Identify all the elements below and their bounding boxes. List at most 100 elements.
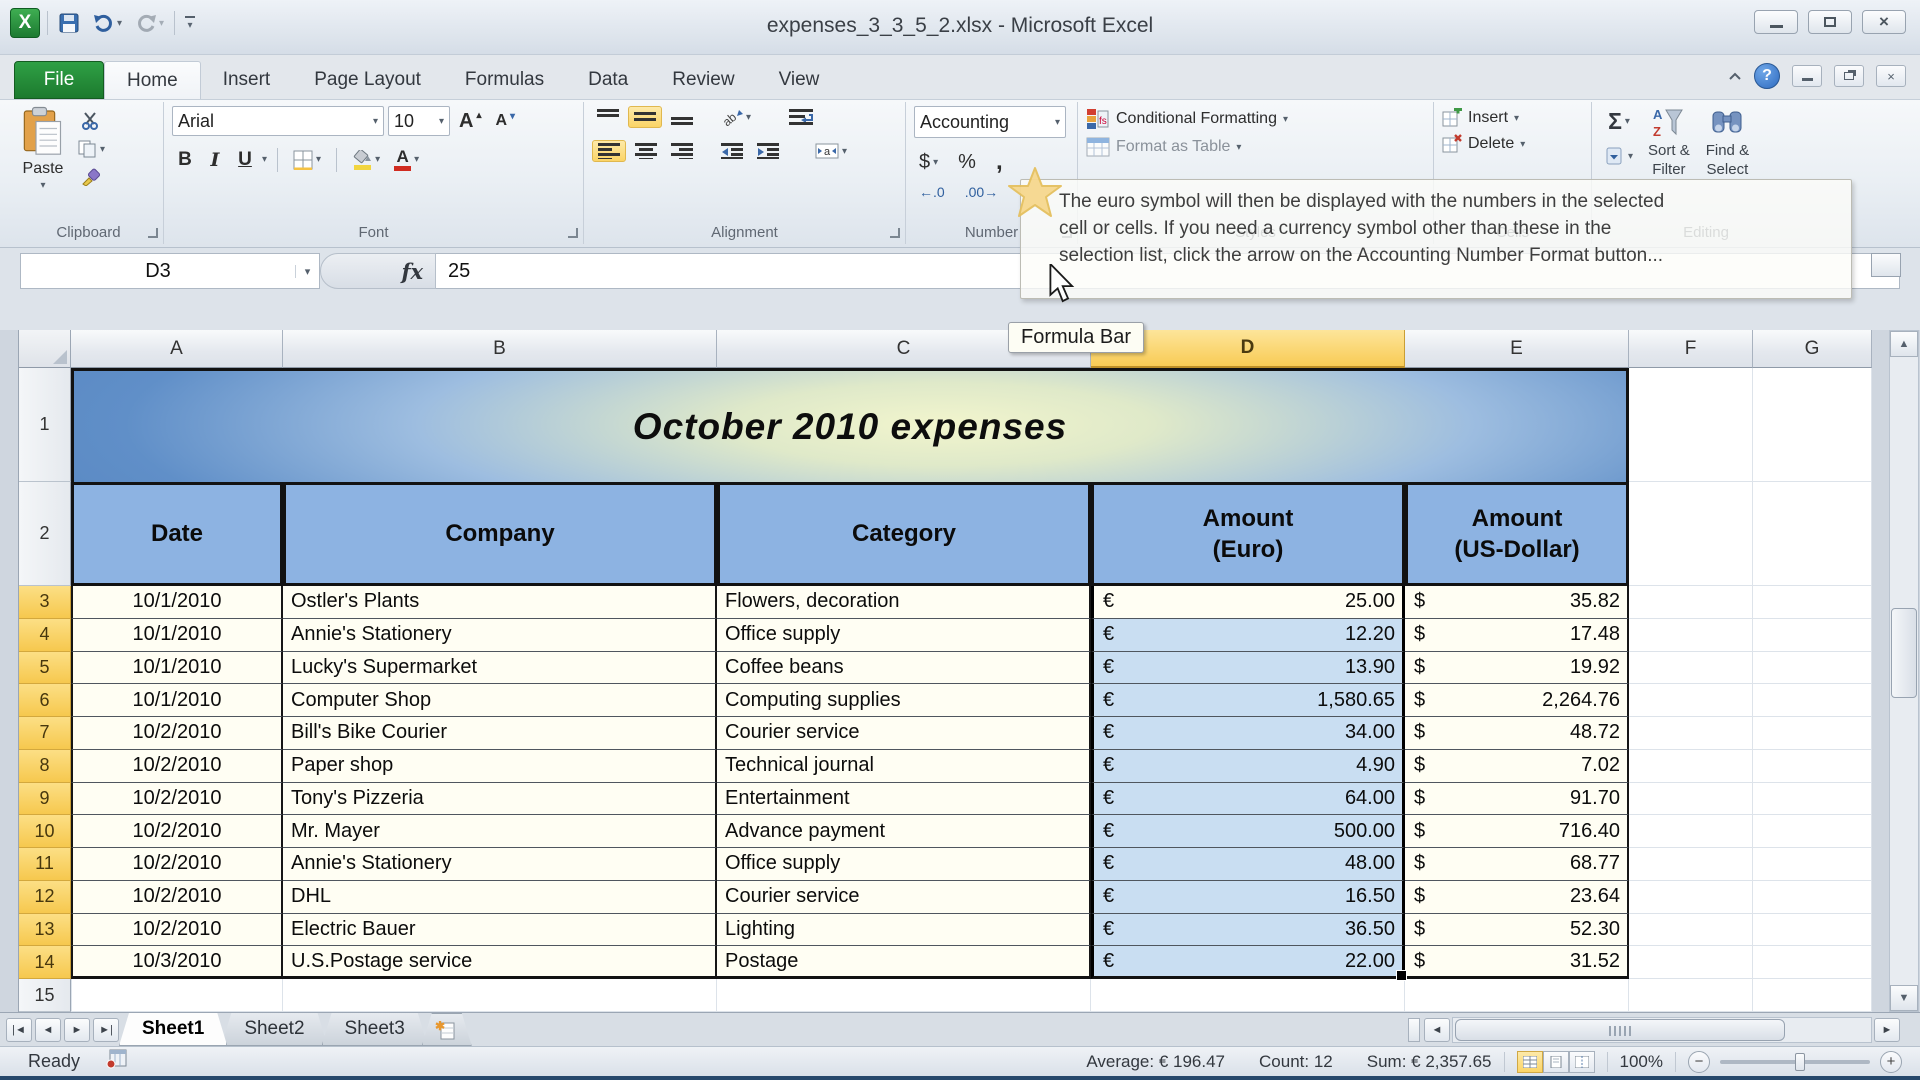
column-header-E[interactable]: E <box>1405 330 1629 368</box>
zoom-slider[interactable] <box>1720 1052 1870 1071</box>
insert-worksheet-button[interactable]: ✱ <box>422 1013 472 1046</box>
last-sheet-button[interactable]: ►| <box>93 1017 119 1042</box>
tab-home[interactable]: Home <box>104 61 201 99</box>
cell-amount-usd[interactable]: $ 716.40 <box>1405 815 1629 848</box>
cell-amount-usd[interactable]: $ 17.48 <box>1405 618 1629 652</box>
cell-amount-euro[interactable]: € 4.90 <box>1091 749 1405 783</box>
fill-color-button[interactable]: ▾ <box>347 148 385 172</box>
cell-category[interactable]: Lighting <box>717 913 1091 947</box>
cell-F[interactable] <box>1629 848 1753 881</box>
cell-F[interactable] <box>1629 815 1753 848</box>
insert-cells-button[interactable]: Insert ▾ <box>1442 108 1585 128</box>
delete-cells-button[interactable]: Delete ▾ <box>1442 134 1585 154</box>
align-bottom-button[interactable] <box>666 107 698 127</box>
cell-amount-usd[interactable]: $ 7.02 <box>1405 749 1629 783</box>
cell-G[interactable] <box>1753 913 1872 947</box>
tab-review[interactable]: Review <box>650 61 756 99</box>
cell-company[interactable]: U.S.Postage service <box>283 946 717 979</box>
cell-G[interactable] <box>1753 717 1872 750</box>
cell-company[interactable]: Ostler's Plants <box>283 586 717 619</box>
row-header[interactable]: 8 <box>19 749 71 783</box>
cell-category[interactable]: Postage <box>717 946 1091 979</box>
name-box[interactable]: D3 ▾ <box>20 253 320 289</box>
decrease-font-button[interactable]: A ▾ <box>490 110 520 132</box>
percent-style-button[interactable]: % <box>953 149 981 176</box>
macro-record-button[interactable] <box>106 1049 128 1074</box>
cell-amount-usd[interactable]: $ 52.30 <box>1405 913 1629 947</box>
cell-amount-euro[interactable]: € 13.90 <box>1091 651 1405 685</box>
format-as-table-button[interactable]: Format as Table ▾ <box>1086 136 1427 158</box>
increase-font-button[interactable]: A ▴ <box>454 108 486 135</box>
increase-decimal-button[interactable]: ←.0 <box>914 182 950 202</box>
scroll-right-button[interactable]: ► <box>1874 1018 1900 1042</box>
cell-category[interactable]: Advance payment <box>717 815 1091 848</box>
cell-category[interactable]: Entertainment <box>717 782 1091 816</box>
cell-amount-usd[interactable]: $ 91.70 <box>1405 782 1629 816</box>
collapse-ribbon-button[interactable] <box>1728 69 1742 84</box>
cell-company[interactable]: Lucky's Supermarket <box>283 651 717 685</box>
column-header-B[interactable]: B <box>283 330 717 368</box>
tab-insert[interactable]: Insert <box>201 61 293 99</box>
cell-G[interactable] <box>1753 848 1872 881</box>
tab-data[interactable]: Data <box>566 61 650 99</box>
underline-button[interactable]: U <box>232 147 258 173</box>
conditional-formatting-button[interactable]: fs Conditional Formatting ▾ <box>1086 108 1427 130</box>
wrap-text-button[interactable] <box>784 107 818 127</box>
cell-company[interactable]: Annie's Stationery <box>283 848 717 881</box>
cell-G[interactable] <box>1753 815 1872 848</box>
tab-formulas[interactable]: Formulas <box>443 61 566 99</box>
cell-amount-usd[interactable]: $ 48.72 <box>1405 717 1629 750</box>
scrollbar-track[interactable] <box>1890 357 1918 985</box>
cell-F[interactable] <box>1629 913 1753 947</box>
cell-company[interactable]: Bill's Bike Courier <box>283 717 717 750</box>
cell-amount-euro[interactable]: € 25.00 <box>1091 586 1405 619</box>
doc-restore-button[interactable] <box>1834 65 1864 87</box>
align-left-button[interactable] <box>592 140 626 162</box>
row-header[interactable]: 14 <box>19 946 71 979</box>
restore-button[interactable] <box>1808 10 1852 34</box>
column-header-G[interactable]: G <box>1753 330 1872 368</box>
cell-amount-euro[interactable]: € 500.00 <box>1091 815 1405 848</box>
cell-amount-euro[interactable]: € 12.20 <box>1091 618 1405 652</box>
cell-company[interactable]: Computer Shop <box>283 684 717 717</box>
minimize-button[interactable] <box>1754 10 1798 34</box>
cell-category[interactable]: Technical journal <box>717 749 1091 783</box>
close-button[interactable]: × <box>1862 10 1906 34</box>
orientation-button[interactable]: ab ▾ <box>716 106 756 128</box>
row-header[interactable]: 10 <box>19 815 71 848</box>
cell-date[interactable]: 10/2/2010 <box>71 815 283 848</box>
cell-company[interactable]: DHL <box>283 880 717 914</box>
merge-center-button[interactable]: a ▾ <box>810 141 852 161</box>
font-size-select[interactable]: 10 ▾ <box>388 106 450 136</box>
cell-date[interactable]: 10/1/2010 <box>71 618 283 652</box>
dialog-launcher-icon[interactable] <box>568 228 578 238</box>
cell-amount-usd[interactable]: $ 23.64 <box>1405 880 1629 914</box>
horizontal-split-handle[interactable] <box>1408 1018 1420 1042</box>
cell-date[interactable]: 10/3/2010 <box>71 946 283 979</box>
cell-date[interactable]: 10/1/2010 <box>71 684 283 717</box>
row-header[interactable]: 3 <box>19 586 71 619</box>
row-header[interactable]: 11 <box>19 848 71 881</box>
cell-F1[interactable] <box>1629 368 1753 482</box>
cell-date[interactable]: 10/2/2010 <box>71 717 283 750</box>
doc-minimize-button[interactable] <box>1792 65 1822 87</box>
scroll-down-button[interactable]: ▼ <box>1890 985 1918 1011</box>
cell-date[interactable]: 10/1/2010 <box>71 586 283 619</box>
bold-button[interactable]: B <box>172 147 198 173</box>
scroll-up-button[interactable]: ▲ <box>1890 331 1918 357</box>
cell-amount-euro[interactable]: € 1,580.65 <box>1091 684 1405 717</box>
cell-category[interactable]: Flowers, decoration <box>717 586 1091 619</box>
horizontal-scrollbar[interactable] <box>1452 1017 1872 1043</box>
cell-date[interactable]: 10/2/2010 <box>71 848 283 881</box>
cell-date[interactable]: 10/1/2010 <box>71 651 283 685</box>
cell-amount-usd[interactable]: $ 68.77 <box>1405 848 1629 881</box>
scroll-left-button[interactable]: ◄ <box>1424 1018 1450 1042</box>
cell-amount-euro[interactable]: € 34.00 <box>1091 717 1405 750</box>
column-header-F[interactable]: F <box>1629 330 1753 368</box>
cell-G1[interactable] <box>1753 368 1872 482</box>
cell-F[interactable] <box>1629 782 1753 816</box>
cell-F2[interactable] <box>1629 482 1753 586</box>
cell-company[interactable]: Tony's Pizzeria <box>283 782 717 816</box>
tab-page-layout[interactable]: Page Layout <box>292 61 443 99</box>
cell-F[interactable] <box>1629 618 1753 652</box>
